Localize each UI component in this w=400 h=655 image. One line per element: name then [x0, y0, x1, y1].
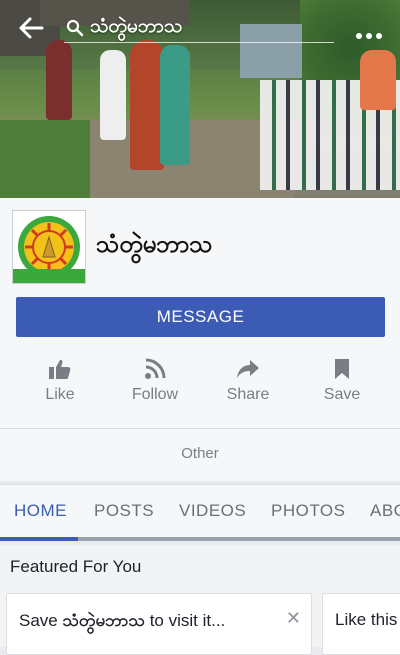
tab-home[interactable]: HOME: [14, 501, 67, 521]
tab-about[interactable]: ABO: [370, 501, 400, 521]
featured-card-text: Like this: [335, 610, 398, 629]
page-logo-icon: [13, 211, 85, 283]
page-title: သံတွဲမဘာသ: [96, 230, 213, 258]
featured-section: Featured For You Save သံတွဲမဘာသ to visit…: [0, 545, 400, 655]
bookmark-icon: [335, 359, 349, 379]
avatar[interactable]: [12, 210, 86, 284]
search-underline: [64, 42, 334, 43]
save-button[interactable]: Save: [297, 356, 387, 416]
tab-photos[interactable]: PHOTOS: [271, 501, 345, 521]
page-tabs: HOME POSTS VIDEOS PHOTOS ABO: [0, 484, 400, 541]
follow-button[interactable]: Follow: [110, 356, 200, 416]
tab-posts[interactable]: POSTS: [94, 501, 154, 521]
message-button[interactable]: MESSAGE: [16, 297, 385, 337]
featured-card-text: Save သံတွဲမဘာသ to visit it...: [19, 610, 225, 635]
more-options-icon[interactable]: [356, 24, 388, 39]
featured-card[interactable]: Save သံတွဲမဘာသ to visit it... ✕: [6, 593, 312, 655]
share-button[interactable]: Share: [203, 356, 293, 416]
other-row[interactable]: Other: [0, 429, 400, 481]
rss-icon: [145, 358, 166, 379]
thumbs-up-icon: [49, 359, 71, 379]
active-tab-indicator: [0, 537, 78, 541]
top-bar: သံတွဲမဘာသ: [0, 0, 400, 56]
card-page-name: သံတွဲမဘာသ: [62, 611, 145, 631]
page-actions: Like Follow Share Save: [0, 356, 400, 416]
search-icon: [66, 19, 84, 37]
other-label: Other: [181, 445, 219, 462]
save-label: Save: [323, 386, 361, 403]
card-suffix: to visit it...: [144, 611, 226, 630]
search-input[interactable]: သံတွဲမဘာသ: [90, 14, 182, 42]
follow-label: Follow: [131, 386, 179, 403]
page-profile: သံတွဲမဘာသ MESSAGE Like Follow Share Save: [0, 198, 400, 428]
back-arrow-icon[interactable]: [18, 16, 44, 40]
card-prefix: Save: [19, 611, 63, 630]
tab-videos[interactable]: VIDEOS: [179, 501, 246, 521]
featured-card[interactable]: Like this: [322, 593, 400, 655]
like-button[interactable]: Like: [15, 356, 105, 416]
like-label: Like: [45, 386, 75, 403]
share-arrow-icon: [237, 360, 259, 378]
featured-title: Featured For You: [10, 557, 142, 576]
close-icon[interactable]: ✕: [286, 610, 301, 628]
share-label: Share: [226, 386, 270, 403]
search-bar[interactable]: သံတွဲမဘာသ: [64, 10, 334, 44]
